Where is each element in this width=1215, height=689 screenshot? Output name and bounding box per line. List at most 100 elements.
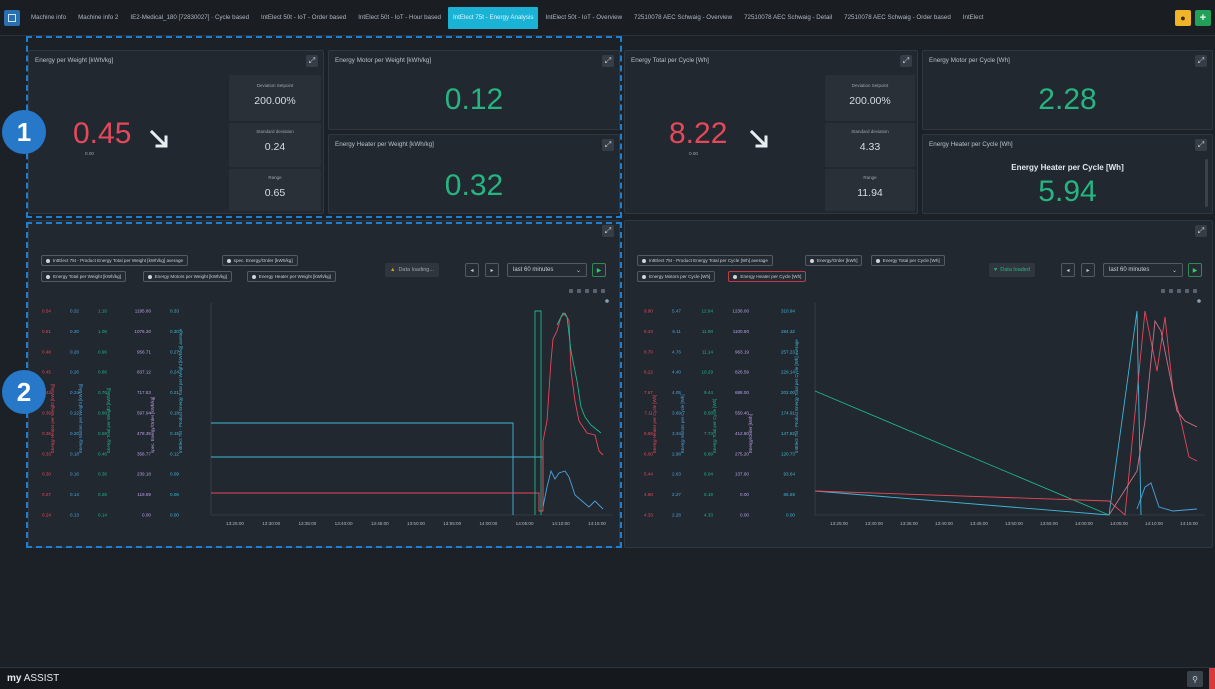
axis-tick-label: 963.19 — [735, 349, 749, 354]
axis-tick-label: 2.63 — [672, 472, 681, 477]
axis-tick-label: 284.32 — [781, 329, 795, 334]
kpi-value: 0.12 — [444, 83, 504, 116]
axis-tick-label: 4.05 — [672, 390, 681, 395]
chart-toolbar-icon — [601, 289, 605, 293]
expand-icon: ⤢ — [604, 140, 612, 149]
x-tick-label: 13:40:00 — [935, 521, 953, 526]
axis-tick-label: 0.26 — [98, 492, 107, 497]
stat-standard-deviation: Standard deviation 4.33 — [825, 123, 915, 167]
axis-tick-label: 1076.30 — [134, 329, 151, 334]
tab-4[interactable]: IntElect 50t - IoT - Hour based — [353, 7, 446, 29]
x-tick-label: 14:15:00 — [588, 521, 606, 526]
panel-title: Energy Heater per Weight [kWh/kg] — [335, 141, 434, 148]
series-line-heater — [814, 310, 1198, 516]
expand-button[interactable]: ⤢ — [1195, 55, 1207, 67]
axis-tick-label: 0.30 — [42, 472, 51, 477]
tab-2[interactable]: IE2-Medical_180 [72830027] · Cycle based — [125, 7, 254, 29]
x-tick-label: 13:50:00 — [1005, 521, 1023, 526]
dashboard-menu-button[interactable] — [4, 10, 20, 26]
tab-7[interactable]: 72510078 AEC Schwaig - Overview — [629, 7, 737, 29]
axis-tick-label: 0.26 — [70, 370, 79, 375]
axis-title: Energy Total per Weight [kWh/kg] — [106, 388, 111, 453]
kpi-heading: Energy Heater per Cycle [Wh] — [1011, 163, 1124, 172]
x-tick-label: 13:35:00 — [900, 521, 918, 526]
axis-title: IntElect 75t - Product Energy Total per … — [794, 339, 799, 453]
axis-tick-label: 5.19 — [704, 492, 713, 497]
axis-tick-label: 956.71 — [137, 349, 151, 354]
axis-tick-label: 0.48 — [42, 349, 51, 354]
axis-tick-label: 826.59 — [735, 370, 749, 375]
panel-title: Energy Total per Cycle [Wh] — [631, 57, 709, 64]
add-tab-button[interactable]: + — [1195, 10, 1211, 26]
stat-range: Range 0.65 — [229, 169, 321, 211]
kpi-value: 8.22 — [669, 117, 728, 150]
x-tick-label: 14:15:00 — [1180, 521, 1198, 526]
axis-tick-label: 4.90 — [644, 492, 653, 497]
chart-toolbar-icon — [1185, 289, 1189, 293]
series-line-order — [534, 310, 542, 515]
x-tick-label: 13:35:00 — [298, 521, 316, 526]
expand-button[interactable]: ⤢ — [306, 55, 318, 67]
alert-button[interactable]: ● — [1175, 10, 1191, 26]
axis-tick-label: 239.18 — [137, 472, 151, 477]
tab-8[interactable]: 72510078 AEC Schwaig - Detail — [739, 7, 837, 29]
axis-tick-label: 0.28 — [70, 349, 79, 354]
expand-button[interactable]: ⤢ — [602, 55, 614, 67]
tab-0[interactable]: Machine info — [26, 7, 71, 29]
axis-tick-label: 1238.00 — [732, 309, 749, 314]
axis-tick-label: 0.33 — [170, 309, 179, 314]
tab-1[interactable]: Machine info 2 — [73, 7, 123, 29]
stat-deviation-setpoint: Deviation Setpoint 200.00% — [229, 75, 321, 121]
expand-button[interactable]: ⤢ — [900, 55, 912, 67]
axis-tick-label: 0.16 — [70, 472, 79, 477]
series-line-average — [814, 310, 1142, 516]
tab-5[interactable]: IntElect 75t - Energy Analysis — [447, 6, 539, 29]
axis-tick-label: 0.54 — [42, 309, 51, 314]
arrow-down-right-icon — [149, 129, 168, 148]
axis-tick-label: 0.14 — [98, 513, 107, 518]
chart-toolbar-icon — [1177, 289, 1181, 293]
chart-plot: 0.540.510.480.450.420.390.360.330.300.27… — [42, 289, 613, 526]
axis-tick-label: 6.04 — [704, 472, 713, 477]
series-line-motors — [1136, 482, 1198, 512]
axis-tick-label: 2.27 — [672, 492, 681, 497]
axis-tick-label: 0.00 — [740, 492, 749, 497]
axis-tick-label: 0.00 — [170, 513, 179, 518]
chart-toolbar-icon — [1161, 289, 1165, 293]
axis-tick-label: 717.53 — [137, 390, 151, 395]
x-tick-label: 14:05:00 — [516, 521, 534, 526]
axis-tick-label: 5.47 — [672, 309, 681, 314]
tab-10[interactable]: IntElect — [958, 7, 989, 29]
axis-tick-label: 119.59 — [137, 492, 151, 497]
x-tick-label: 13:45:00 — [371, 521, 389, 526]
x-tick-label: 13:50:00 — [407, 521, 425, 526]
axis-tick-label: 0.24 — [42, 513, 51, 518]
kpi-energy-heater-per-cycle: Energy Heater per Cycle [Wh] ⤢ Energy He… — [922, 134, 1213, 214]
expand-button[interactable]: ⤢ — [602, 139, 614, 151]
axis-tick-label: 0.14 — [70, 492, 79, 497]
tab-3[interactable]: IntElect 50t - IoT - Order based — [256, 7, 351, 29]
axis-tick-label: 0.51 — [42, 329, 51, 334]
tab-9[interactable]: 72510078 AEC Schwaig - Order based — [839, 7, 956, 29]
kpi-energy-heater-per-weight: Energy Heater per Weight [kWh/kg] ⤢ 0.32 — [328, 134, 620, 214]
grid-icon — [8, 14, 16, 22]
x-tick-label: 13:30:00 — [865, 521, 883, 526]
axis-tick-label: 0.00 — [786, 513, 795, 518]
arrow-down-right-icon — [749, 129, 768, 148]
scrollbar[interactable] — [1205, 159, 1208, 207]
chart-toolbar-icon — [1193, 289, 1197, 293]
axis-title: Energy/Order [kWh] — [748, 414, 753, 453]
axis-tick-label: 4.33 — [704, 513, 713, 518]
kpi-energy-total-per-cycle: Energy Total per Cycle [Wh] ⤢ 8.22 0.00 … — [624, 50, 918, 214]
chart-toolbar-icon — [577, 289, 581, 293]
axis-tick-label: 310.94 — [781, 309, 795, 314]
tab-6[interactable]: IntElect 50t - IoT - Overview — [540, 7, 627, 29]
expand-button[interactable]: ⤢ — [1195, 139, 1207, 151]
pin-button[interactable]: ⚲ — [1187, 671, 1203, 687]
status-indicator — [1209, 668, 1215, 689]
panel-title: Energy per Weight [kWh/kg] — [35, 57, 114, 64]
axis-tick-label: 93.64 — [784, 472, 796, 477]
axis-tick-label: 4.76 — [672, 349, 681, 354]
stat-range: Range 11.94 — [825, 169, 915, 211]
x-tick-label: 13:55:00 — [443, 521, 461, 526]
